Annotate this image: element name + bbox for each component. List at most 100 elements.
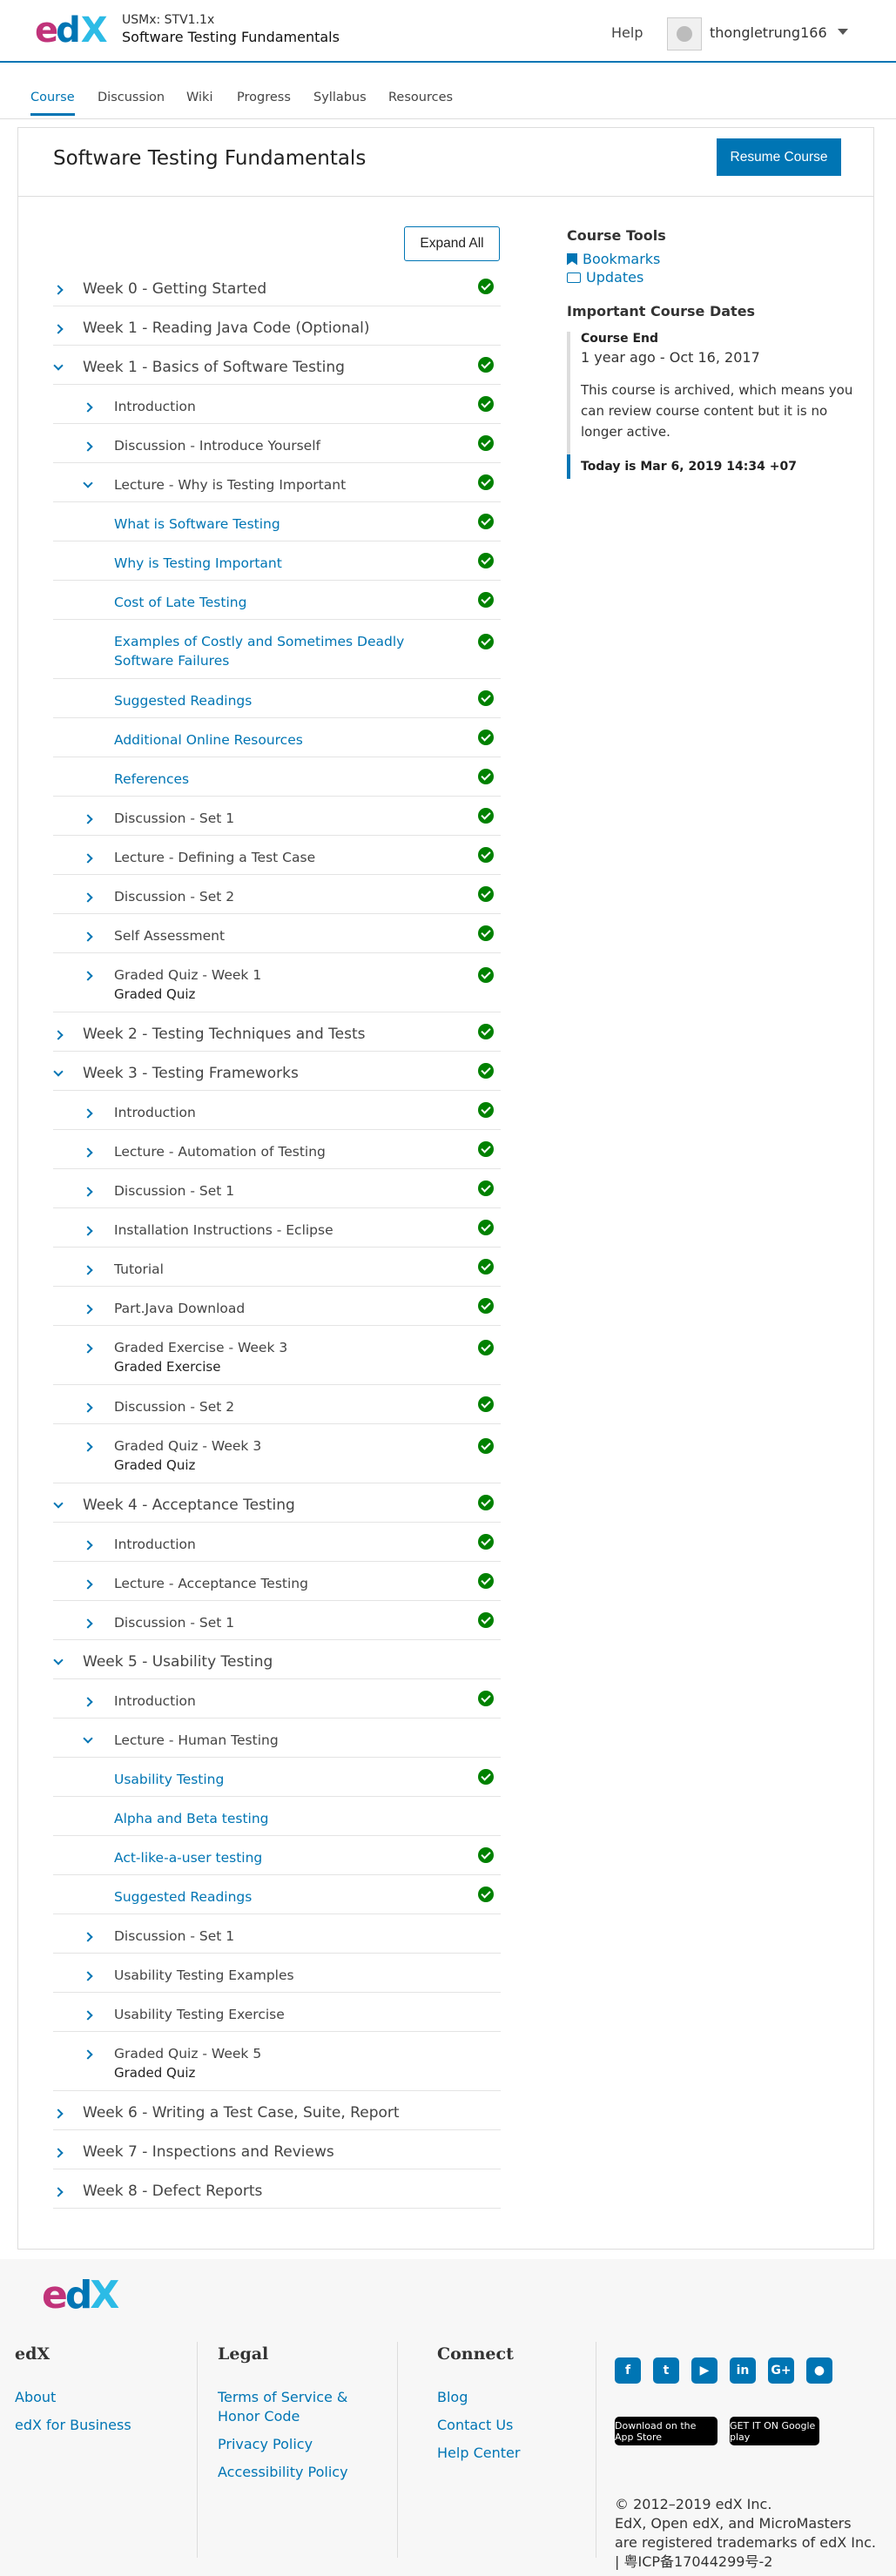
outline-subsection[interactable]: Introduction	[53, 1679, 501, 1718]
outline-unit[interactable]: Cost of Late Testing	[53, 581, 501, 620]
chevron-right-icon[interactable]	[83, 853, 93, 864]
chevron-right-icon[interactable]	[83, 971, 93, 981]
outline-unit[interactable]: Suggested Readings	[53, 1875, 501, 1914]
chevron-right-icon[interactable]	[83, 441, 93, 452]
chevron-right-icon[interactable]	[53, 2148, 64, 2158]
chevron-right-icon[interactable]	[83, 2010, 93, 2021]
tab-wiki[interactable]: Wiki	[186, 91, 212, 113]
unit-link[interactable]: References	[114, 771, 189, 787]
outline-subsection[interactable]: Self Assessment	[53, 914, 501, 953]
outline-section[interactable]: Week 5 - Usability Testing	[53, 1640, 501, 1679]
chevron-right-icon[interactable]	[83, 1265, 93, 1275]
footer-terms-link[interactable]: Terms of Service & Honor Code	[218, 2388, 366, 2426]
chevron-right-icon[interactable]	[83, 1579, 93, 1590]
outline-subsection[interactable]: Graded Quiz - Week 5 Graded Quiz	[53, 2032, 501, 2091]
app-store-badge[interactable]: Download on the App Store	[615, 2417, 717, 2445]
outline-subsection[interactable]: Graded Quiz - Week 1 Graded Quiz	[53, 953, 501, 1012]
outline-subsection[interactable]: Usability Testing Exercise	[53, 1993, 501, 2032]
outline-item-label[interactable]: Usability Testing	[114, 1770, 454, 1789]
outline-item-label[interactable]: Why is Testing Important	[114, 554, 454, 573]
outline-unit[interactable]: Act-like-a-user testing	[53, 1836, 501, 1875]
unit-link[interactable]: Why is Testing Important	[114, 555, 282, 571]
outline-subsection[interactable]: Lecture - Why is Testing Important	[53, 463, 501, 502]
outline-subsection[interactable]: Tutorial	[53, 1248, 501, 1287]
unit-link[interactable]: Examples of Costly and Sometimes Deadly …	[114, 634, 404, 669]
chevron-down-icon[interactable]	[83, 1733, 93, 1744]
username[interactable]: thongletrung166	[710, 24, 827, 41]
unit-link[interactable]: Additional Online Resources	[114, 732, 303, 748]
chevron-right-icon[interactable]	[83, 892, 93, 903]
outline-subsection[interactable]: Discussion - Set 2	[53, 1385, 501, 1424]
updates-link[interactable]: Updates	[567, 269, 854, 286]
unit-link[interactable]: Suggested Readings	[114, 1889, 252, 1905]
unit-link[interactable]: Alpha and Beta testing	[114, 1811, 269, 1826]
chevron-right-icon[interactable]	[83, 1108, 93, 1119]
resume-course-button[interactable]: Resume Course	[717, 138, 841, 176]
chevron-right-icon[interactable]	[53, 2187, 64, 2197]
outline-subsection[interactable]: Lecture - Automation of Testing	[53, 1130, 501, 1169]
footer-privacy-link[interactable]: Privacy Policy	[218, 2435, 366, 2454]
chevron-right-icon[interactable]	[83, 1697, 93, 1707]
footer-about-link[interactable]: About	[15, 2388, 131, 2407]
outline-section[interactable]: Week 3 - Testing Frameworks	[53, 1052, 501, 1091]
reddit-icon[interactable]: ●	[806, 2357, 832, 2384]
chevron-right-icon[interactable]	[83, 814, 93, 824]
outline-subsection[interactable]: Discussion - Introduce Yourself	[53, 424, 501, 463]
facebook-icon[interactable]: f	[615, 2357, 641, 2384]
outline-unit[interactable]: References	[53, 757, 501, 797]
chevron-right-icon[interactable]	[83, 402, 93, 413]
outline-unit[interactable]: Alpha and Beta testing	[53, 1797, 501, 1836]
chevron-right-icon[interactable]	[83, 1402, 93, 1413]
outline-unit[interactable]: Why is Testing Important	[53, 541, 501, 581]
footer-help-link[interactable]: Help Center	[437, 2444, 520, 2463]
outline-section[interactable]: Week 0 - Getting Started	[53, 267, 501, 306]
chevron-right-icon[interactable]	[83, 1147, 93, 1158]
tab-course[interactable]: Course	[30, 91, 75, 116]
unit-link[interactable]: Suggested Readings	[114, 693, 252, 709]
chevron-right-icon[interactable]	[83, 1442, 93, 1452]
chevron-right-icon[interactable]	[83, 1971, 93, 1981]
bookmarks-link[interactable]: Bookmarks	[567, 251, 854, 267]
outline-subsection[interactable]: Introduction	[53, 385, 501, 424]
outline-subsection[interactable]: Introduction	[53, 1523, 501, 1562]
unit-link[interactable]: Usability Testing	[114, 1772, 224, 1787]
chevron-down-icon[interactable]	[83, 478, 93, 488]
expand-all-button[interactable]: Expand All	[404, 226, 500, 261]
outline-unit[interactable]: Usability Testing	[53, 1758, 501, 1797]
chevron-right-icon[interactable]	[83, 1618, 93, 1629]
footer-contact-link[interactable]: Contact Us	[437, 2416, 520, 2435]
edx-logo[interactable]: edX	[35, 11, 108, 50]
tab-progress[interactable]: Progress	[237, 91, 291, 113]
tab-syllabus[interactable]: Syllabus	[313, 91, 367, 113]
google-play-badge[interactable]: GET IT ON Google play	[730, 2417, 819, 2445]
outline-subsection[interactable]: Usability Testing Examples	[53, 1954, 501, 1993]
youtube-icon[interactable]: ▶	[691, 2357, 717, 2384]
chevron-right-icon[interactable]	[53, 2109, 64, 2119]
unit-link[interactable]: Cost of Late Testing	[114, 595, 246, 610]
avatar[interactable]	[667, 17, 702, 50]
outline-unit[interactable]: What is Software Testing	[53, 502, 501, 541]
footer-edx-logo[interactable]: edX	[42, 2275, 119, 2317]
outline-item-label[interactable]: Cost of Late Testing	[114, 593, 454, 612]
chevron-down-icon[interactable]	[53, 1066, 64, 1077]
outline-subsection[interactable]: Discussion - Set 1	[53, 1169, 501, 1208]
chevron-right-icon[interactable]	[53, 285, 64, 295]
chevron-right-icon[interactable]	[83, 2049, 93, 2060]
outline-subsection[interactable]: Discussion - Set 1	[53, 1914, 501, 1954]
outline-item-label[interactable]: Alpha and Beta testing	[114, 1809, 454, 1828]
outline-unit[interactable]: Examples of Costly and Sometimes Deadly …	[53, 620, 501, 679]
outline-section[interactable]: Week 7 - Inspections and Reviews	[53, 2130, 501, 2169]
outline-subsection[interactable]: Discussion - Set 2	[53, 875, 501, 914]
outline-unit[interactable]: Additional Online Resources	[53, 718, 501, 757]
chevron-right-icon[interactable]	[83, 1226, 93, 1236]
outline-section[interactable]: Week 6 - Writing a Test Case, Suite, Rep…	[53, 2091, 501, 2130]
chevron-right-icon[interactable]	[83, 1540, 93, 1550]
chevron-down-icon[interactable]	[53, 1655, 64, 1665]
outline-section[interactable]: Week 1 - Reading Java Code (Optional)	[53, 306, 501, 346]
unit-link[interactable]: Act-like-a-user testing	[114, 1850, 262, 1866]
outline-subsection[interactable]: Lecture - Human Testing	[53, 1718, 501, 1758]
chevron-right-icon[interactable]	[83, 1343, 93, 1354]
twitter-icon[interactable]: t	[653, 2357, 679, 2384]
chevron-down-icon[interactable]	[53, 1498, 64, 1509]
chevron-down-icon[interactable]	[53, 360, 64, 371]
